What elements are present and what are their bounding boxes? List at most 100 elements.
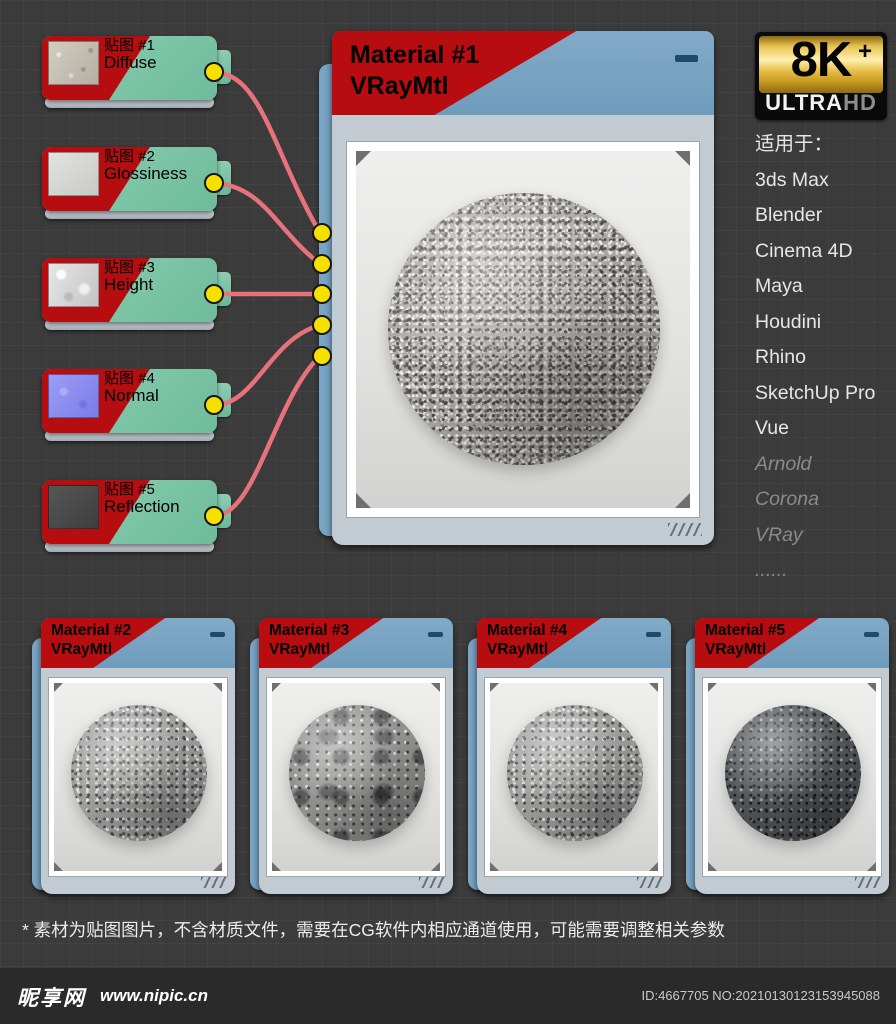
minimize-icon[interactable] — [864, 632, 879, 637]
compatibility-heading: 适用于： — [755, 133, 834, 155]
corner-marker-bottom-left — [356, 493, 371, 508]
corner-marker-bottom-left — [272, 862, 281, 871]
resize-grip-icon[interactable] — [201, 877, 227, 888]
texture-node-label: 贴图 #5 Reflection — [104, 481, 180, 517]
texture-node-diffuse[interactable]: 贴图 #1 Diffuse — [42, 36, 231, 108]
texture-node-label: 贴图 #2 Glossiness — [104, 148, 188, 184]
card-title: Material #3 VRayMtl — [269, 621, 349, 660]
material-preview-sphere — [388, 193, 660, 465]
card-preview-frame — [48, 677, 228, 877]
texture-node-channel: Glossiness — [104, 164, 188, 184]
card-title: Material #5 VRayMtl — [705, 621, 785, 660]
texture-node-height[interactable]: 贴图 #3 Height — [42, 258, 231, 330]
texture-node-title: 贴图 #5 — [104, 481, 155, 498]
card-titlebar[interactable]: Material #5 VRayMtl — [695, 618, 889, 668]
minimize-icon[interactable] — [675, 55, 698, 62]
texture-node-normal[interactable]: 贴图 #4 Normal — [42, 369, 231, 441]
material-name: Material #1 — [350, 41, 480, 69]
texture-thumbnail-reflection[interactable] — [48, 485, 99, 529]
corner-marker-top-left — [54, 683, 63, 692]
material-panel-main[interactable]: Material #1 VRayMtl — [332, 31, 714, 545]
corner-marker-top-right — [649, 683, 658, 692]
texture-node-title: 贴图 #3 — [104, 259, 155, 276]
material-card-3[interactable]: Material #3 VRayMtl — [259, 618, 453, 894]
texture-thumbnail-height[interactable] — [48, 263, 99, 307]
texture-node-channel: Diffuse — [104, 53, 157, 73]
material-card-4[interactable]: Material #4 VRayMtl — [477, 618, 671, 894]
card-preview-sphere — [725, 705, 861, 841]
corner-marker-bottom-right — [431, 862, 440, 871]
compatibility-list: 适用于： 3ds Max Blender Cinema 4D Maya Houd… — [755, 133, 876, 597]
corner-marker-top-right — [675, 151, 690, 166]
compatibility-item-blender: Blender — [755, 204, 823, 226]
texture-node-label: 贴图 #1 Diffuse — [104, 37, 157, 73]
minimize-icon[interactable] — [646, 632, 661, 637]
texture-node-channel: Reflection — [104, 497, 180, 517]
compatibility-item-houdini: Houdini — [755, 310, 822, 333]
corner-marker-bottom-left — [54, 862, 63, 871]
card-preview-frame — [266, 677, 446, 877]
compatibility-item-rhino: Rhino — [755, 346, 806, 368]
card-preview-canvas — [490, 683, 658, 871]
texture-node-channel: Height — [104, 275, 154, 295]
corner-marker-top-left — [356, 151, 371, 166]
resize-grip-icon[interactable] — [668, 523, 702, 536]
texture-node-label: 贴图 #4 Normal — [104, 370, 159, 406]
card-preview-sphere — [71, 705, 207, 841]
badge-gold-plate: 8K + — [759, 33, 883, 93]
material-type: VRayMtl — [350, 72, 449, 101]
compatibility-item-more: ...... — [755, 559, 788, 581]
resize-grip-icon[interactable] — [855, 877, 881, 888]
compatibility-item-sketchup-pro: SketchUp Pro — [755, 381, 876, 404]
badge-ultrahd-text: ULTRAHD — [755, 90, 887, 116]
compatibility-item-cinema-4d: Cinema 4D — [755, 239, 853, 262]
card-titlebar[interactable]: Material #4 VRayMtl — [477, 618, 671, 668]
compatibility-item-corona: Corona — [755, 488, 819, 510]
card-material-type: VRayMtl — [487, 641, 549, 659]
card-material-name: Material #5 — [705, 622, 786, 639]
corner-marker-bottom-left — [490, 862, 499, 871]
material-panel-titlebar[interactable]: Material #1 VRayMtl — [332, 31, 714, 115]
card-material-type: VRayMtl — [705, 641, 767, 659]
card-material-type: VRayMtl — [269, 641, 331, 659]
texture-thumbnail-normal[interactable] — [48, 374, 99, 418]
corner-marker-top-left — [708, 683, 717, 692]
asset-id-text: ID:4667705 NO:20210130123153945088 — [641, 988, 880, 1003]
resolution-badge: 8K + ULTRAHD — [755, 32, 887, 120]
material-card-5[interactable]: Material #5 VRayMtl — [695, 618, 889, 894]
watermark-bar: 昵享网 www.nipic.cn ID:4667705 NO:202101301… — [0, 968, 896, 1024]
compatibility-item-arnold: Arnold — [755, 452, 812, 475]
card-preview-canvas — [272, 683, 440, 871]
texture-node-title: 贴图 #2 — [104, 148, 155, 165]
card-titlebar[interactable]: Material #3 VRayMtl — [259, 618, 453, 668]
compatibility-item-vue: Vue — [755, 417, 789, 439]
corner-marker-bottom-right — [213, 862, 222, 871]
texture-node-label: 贴图 #3 Height — [104, 259, 155, 295]
card-preview-sphere — [507, 705, 643, 841]
material-card-2[interactable]: Material #2 VRayMtl — [41, 618, 235, 894]
corner-marker-top-right — [867, 683, 876, 692]
card-material-name: Material #3 — [269, 622, 350, 639]
texture-thumbnail-diffuse[interactable] — [48, 41, 99, 85]
minimize-icon[interactable] — [428, 632, 443, 637]
material-preview-canvas — [356, 151, 690, 508]
texture-node-reflection[interactable]: 贴图 #5 Reflection — [42, 480, 231, 552]
texture-node-glossiness[interactable]: 贴图 #2 Glossiness — [42, 147, 231, 219]
card-titlebar[interactable]: Material #2 VRayMtl — [41, 618, 235, 668]
minimize-icon[interactable] — [210, 632, 225, 637]
corner-marker-bottom-right — [675, 493, 690, 508]
corner-marker-bottom-left — [708, 862, 717, 871]
card-material-name: Material #2 — [51, 622, 132, 639]
resize-grip-icon[interactable] — [637, 877, 663, 888]
card-material-type: VRayMtl — [51, 641, 113, 659]
corner-marker-top-left — [272, 683, 281, 692]
texture-thumbnail-glossiness[interactable] — [48, 152, 99, 196]
card-title: Material #4 VRayMtl — [487, 621, 567, 660]
corner-marker-top-right — [213, 683, 222, 692]
card-title: Material #2 VRayMtl — [51, 621, 131, 660]
resize-grip-icon[interactable] — [419, 877, 445, 888]
card-material-name: Material #4 — [487, 622, 568, 639]
badge-hd-text: HD — [843, 90, 877, 115]
material-panel-title: Material #1 VRayMtl — [350, 40, 479, 103]
corner-marker-bottom-right — [867, 862, 876, 871]
